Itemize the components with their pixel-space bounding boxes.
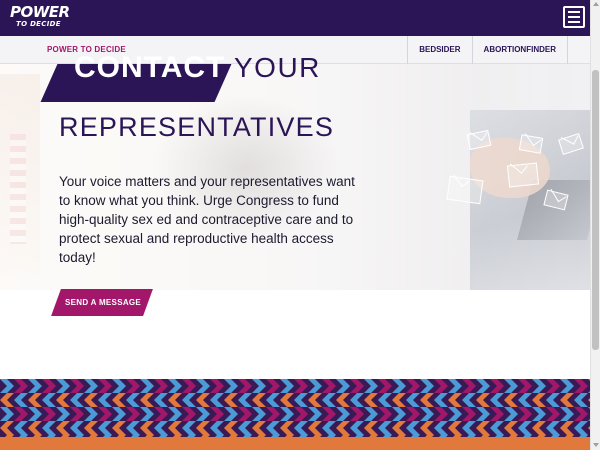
decorative-pattern-band: [0, 379, 590, 437]
logo-line-1: POWER: [10, 3, 70, 21]
scroll-up-arrow-icon[interactable]: [593, 2, 599, 6]
hero-body-text: Your voice matters and your representati…: [59, 174, 355, 265]
hero-title-line2: REPRESENTATIVES: [59, 112, 335, 142]
subnav-link-abortionfinder[interactable]: ABORTIONFINDER: [471, 36, 568, 64]
pattern-row: [0, 393, 590, 407]
pattern-row: [0, 407, 590, 421]
subnav-link-bedsider[interactable]: BEDSIDER: [407, 36, 471, 64]
pattern-row: [0, 421, 590, 437]
top-bar: POWER TO DECIDE: [0, 0, 590, 36]
subnav-links: BEDSIDER ABORTIONFINDER: [407, 36, 568, 64]
logo-line-2: TO DECIDE: [16, 20, 61, 28]
menu-bar: [568, 11, 580, 13]
vertical-scrollbar[interactable]: [590, 0, 600, 450]
hero-title-rest: YOUR: [234, 52, 321, 83]
menu-bar: [568, 21, 580, 23]
orange-footer-strip: [0, 437, 590, 450]
send-a-message-label[interactable]: SEND A MESSAGE: [65, 289, 141, 316]
hamburger-menu-icon[interactable]: [563, 6, 585, 28]
scrollbar-thumb[interactable]: [592, 70, 599, 350]
hero-title-highlight: CONTACT: [74, 51, 226, 84]
scroll-down-arrow-icon[interactable]: [593, 443, 599, 447]
power-to-decide-logo[interactable]: POWER TO DECIDE: [10, 5, 70, 28]
envelope-icon: [446, 175, 484, 205]
envelope-icon: [506, 162, 540, 188]
menu-bar: [568, 16, 580, 18]
pattern-row: [0, 379, 590, 393]
